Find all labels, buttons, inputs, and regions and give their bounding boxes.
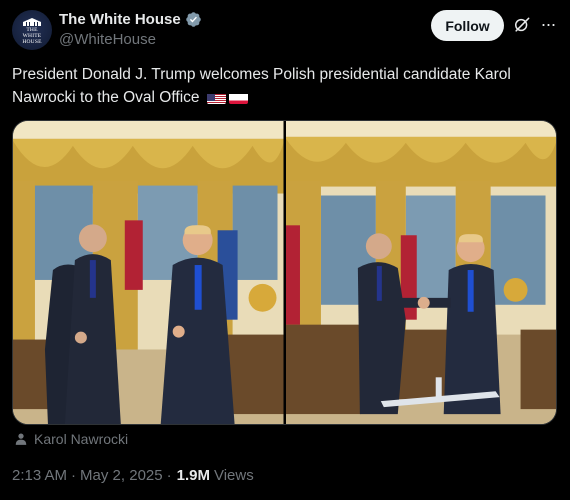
photo-thumbnail-2[interactable] <box>285 121 556 424</box>
tweet-body: President Donald J. Trump welcomes Polis… <box>12 66 511 106</box>
follow-button[interactable]: Follow <box>431 10 504 41</box>
media-grid[interactable] <box>12 120 557 425</box>
tweet-date[interactable]: May 2, 2025 <box>80 467 163 484</box>
grok-icon[interactable] <box>512 15 532 35</box>
tweet-meta: 2:13 AM · May 2, 2025 · 1.9M Views <box>12 467 254 484</box>
avatar[interactable]: THE WHITE HOUSE <box>12 10 52 50</box>
tweet-text: President Donald J. Trump welcomes Polis… <box>12 63 560 109</box>
tagged-person-name[interactable]: Karol Nawrocki <box>34 431 128 447</box>
account-handle[interactable]: @WhiteHouse <box>59 31 156 48</box>
avatar-logo-text: THE WHITE HOUSE <box>22 26 42 45</box>
author-name-row[interactable]: The White House <box>59 11 202 28</box>
tweet-time[interactable]: 2:13 AM <box>12 467 67 484</box>
meta-separator-2: · <box>166 467 172 484</box>
oval-office-photo-2 <box>285 121 556 424</box>
tweet: THE WHITE HOUSE The White House @WhiteHous… <box>0 0 570 500</box>
white-house-logo-icon <box>23 17 41 26</box>
poland-flag-icon <box>228 91 248 104</box>
photo-thumbnail-1[interactable] <box>13 121 284 424</box>
verified-badge-icon[interactable] <box>185 11 202 28</box>
oval-office-photo-1 <box>13 121 284 424</box>
views-label: Views <box>213 467 254 484</box>
us-flag-icon <box>206 91 226 104</box>
more-options-icon[interactable]: ··· <box>538 14 558 34</box>
meta-separator: · <box>71 467 77 484</box>
display-name[interactable]: The White House <box>59 11 181 28</box>
views-count[interactable]: 1.9M <box>177 467 210 484</box>
person-icon <box>15 433 27 445</box>
tagged-people[interactable]: Karol Nawrocki <box>14 431 128 447</box>
